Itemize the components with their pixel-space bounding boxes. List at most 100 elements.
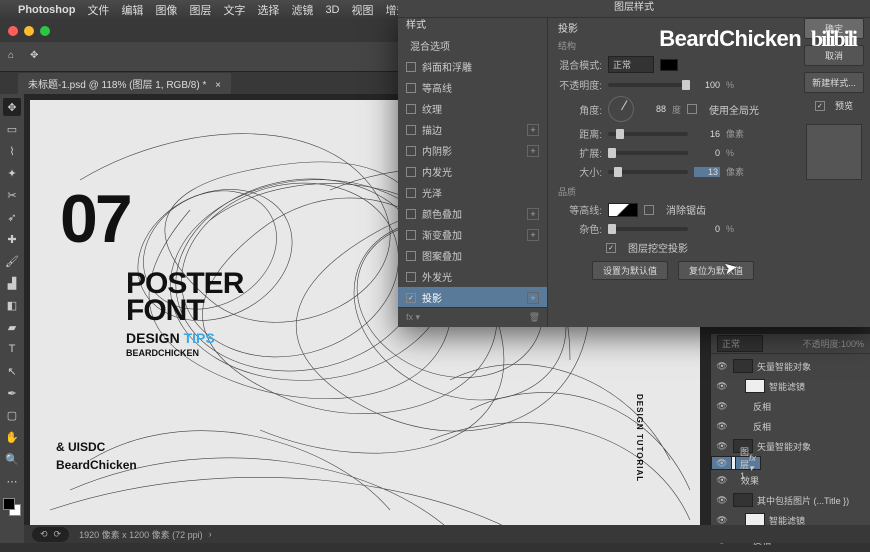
- eraser-tool[interactable]: ◧: [3, 296, 21, 314]
- brush-tool[interactable]: 🖌: [3, 252, 21, 270]
- stamp-tool[interactable]: ▟: [3, 274, 21, 292]
- style-row-8[interactable]: 渐变叠加+: [398, 224, 547, 245]
- visibility-icon[interactable]: 👁: [715, 495, 729, 506]
- reset-default-button[interactable]: 复位为默认值: [678, 261, 754, 280]
- menu-image[interactable]: 图像: [155, 2, 177, 18]
- menu-filter[interactable]: 滤镜: [291, 2, 313, 18]
- style-row-5[interactable]: 内发光: [398, 161, 547, 182]
- wand-tool[interactable]: ✦: [3, 164, 21, 182]
- style-checkbox[interactable]: [406, 83, 416, 93]
- menu-file[interactable]: 文件: [87, 2, 109, 18]
- aa-checkbox[interactable]: [644, 205, 654, 215]
- make-default-button[interactable]: 设置为默认值: [592, 261, 668, 280]
- add-icon[interactable]: +: [527, 208, 539, 220]
- style-checkbox[interactable]: [406, 188, 416, 198]
- style-checkbox[interactable]: [406, 146, 416, 156]
- style-checkbox[interactable]: [406, 293, 416, 303]
- layer-row[interactable]: 👁反相: [711, 396, 870, 416]
- noise-slider[interactable]: [608, 227, 688, 231]
- more-tool[interactable]: ⋯: [3, 472, 21, 490]
- style-row-1[interactable]: 等高线: [398, 77, 547, 98]
- visibility-icon[interactable]: 👁: [715, 515, 729, 526]
- noise-value[interactable]: 0: [694, 224, 720, 234]
- fx-badge[interactable]: fx ▾: [749, 453, 756, 474]
- shape-tool[interactable]: ▢: [3, 406, 21, 424]
- menu-layer[interactable]: 图层: [189, 2, 211, 18]
- angle-dial[interactable]: [608, 96, 634, 122]
- visibility-icon[interactable]: 👁: [715, 421, 729, 432]
- lasso-tool[interactable]: ⌇: [3, 142, 21, 160]
- style-row-11[interactable]: 投影+: [398, 287, 547, 308]
- layer-row[interactable]: 👁智能滤镜: [711, 376, 870, 396]
- home-icon[interactable]: ⌂: [8, 50, 22, 64]
- style-checkbox[interactable]: [406, 62, 416, 72]
- opacity-value[interactable]: 100: [694, 80, 720, 90]
- add-icon[interactable]: +: [527, 292, 539, 304]
- layer-row[interactable]: 👁其中包括图片 (...Title }): [711, 490, 870, 510]
- color-swatch[interactable]: [660, 59, 678, 71]
- add-icon[interactable]: +: [527, 229, 539, 241]
- knockout-checkbox[interactable]: [606, 243, 616, 253]
- maximize-window[interactable]: [40, 26, 50, 36]
- trash-icon[interactable]: 🗑: [529, 312, 540, 323]
- style-checkbox[interactable]: [406, 167, 416, 177]
- style-row-7[interactable]: 颜色叠加+: [398, 203, 547, 224]
- minimize-window[interactable]: [24, 26, 34, 36]
- layer-row[interactable]: 👁图层 1fx ▾: [711, 456, 761, 470]
- heal-tool[interactable]: ✚: [3, 230, 21, 248]
- preview-checkbox[interactable]: [815, 101, 825, 111]
- menu-view[interactable]: 视图: [352, 2, 374, 18]
- style-row-3[interactable]: 描边+: [398, 119, 547, 140]
- style-row-2[interactable]: 纹理: [398, 98, 547, 119]
- visibility-icon[interactable]: 👁: [715, 381, 729, 392]
- eyedropper-tool[interactable]: ➶: [3, 208, 21, 226]
- visibility-icon[interactable]: 👁: [716, 458, 727, 469]
- marquee-tool[interactable]: ▭: [3, 120, 21, 138]
- style-row-0[interactable]: 斜面和浮雕: [398, 56, 547, 77]
- layer-row[interactable]: 👁效果: [711, 470, 870, 490]
- opacity-slider[interactable]: [608, 83, 688, 87]
- blend-mode-select[interactable]: 正常: [608, 56, 654, 73]
- nav-arrows[interactable]: ⟲⟳: [32, 527, 69, 542]
- menu-edit[interactable]: 编辑: [121, 2, 143, 18]
- gradient-tool[interactable]: ▰: [3, 318, 21, 336]
- style-checkbox[interactable]: [406, 104, 416, 114]
- blend-options[interactable]: 混合选项: [398, 35, 547, 56]
- color-swatch[interactable]: [3, 498, 21, 516]
- move-icon[interactable]: ✥: [30, 50, 44, 64]
- close-icon[interactable]: ×: [215, 80, 221, 91]
- global-light-checkbox[interactable]: [687, 104, 697, 114]
- pen-tool[interactable]: ✒: [3, 384, 21, 402]
- hand-tool[interactable]: ✋: [3, 428, 21, 446]
- layer-row[interactable]: 👁反相: [711, 416, 870, 436]
- distance-value[interactable]: 16: [694, 129, 720, 139]
- style-checkbox[interactable]: [406, 251, 416, 261]
- style-row-4[interactable]: 内阴影+: [398, 140, 547, 161]
- style-row-10[interactable]: 外发光: [398, 266, 547, 287]
- layer-row[interactable]: 👁矢量智能对象: [711, 436, 870, 456]
- path-tool[interactable]: ↖: [3, 362, 21, 380]
- menu-select[interactable]: 选择: [257, 2, 279, 18]
- contour-picker[interactable]: [608, 203, 638, 217]
- blend-mode-select[interactable]: 正常: [717, 335, 763, 352]
- style-checkbox[interactable]: [406, 125, 416, 135]
- size-slider[interactable]: [608, 170, 688, 174]
- add-icon[interactable]: +: [527, 145, 539, 157]
- chevron-right-icon[interactable]: ›: [209, 529, 212, 539]
- add-icon[interactable]: +: [527, 124, 539, 136]
- spread-value[interactable]: 0: [694, 148, 720, 158]
- style-checkbox[interactable]: [406, 272, 416, 282]
- visibility-icon[interactable]: 👁: [715, 475, 729, 486]
- style-row-9[interactable]: 图案叠加: [398, 245, 547, 266]
- visibility-icon[interactable]: 👁: [715, 401, 729, 412]
- layer-row[interactable]: 👁矢量智能对象: [711, 356, 870, 376]
- close-window[interactable]: [8, 26, 18, 36]
- fx-icon[interactable]: fx ▾: [406, 312, 420, 323]
- visibility-icon[interactable]: 👁: [715, 441, 729, 452]
- menu-type[interactable]: 文字: [223, 2, 245, 18]
- style-row-6[interactable]: 光泽: [398, 182, 547, 203]
- distance-slider[interactable]: [608, 132, 688, 136]
- visibility-icon[interactable]: 👁: [715, 361, 729, 372]
- style-checkbox[interactable]: [406, 209, 416, 219]
- spread-slider[interactable]: [608, 151, 688, 155]
